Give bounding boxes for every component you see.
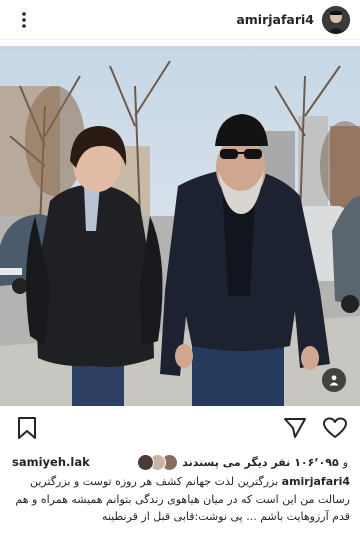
send-icon (284, 418, 306, 438)
likes-summary: samiyeh.lak و ۱۰۶٬۰۹۵ نفر دیگر می پسندند (0, 452, 360, 472)
tagged-people-button[interactable] (322, 368, 346, 392)
likes-count: ۱۰۶٬۰۹۵ (294, 455, 339, 469)
more-vertical-icon (22, 11, 26, 28)
more-options-button[interactable] (12, 8, 36, 32)
share-button[interactable] (282, 415, 308, 441)
heart-icon (323, 417, 347, 438)
post-actions (0, 408, 360, 448)
likes-count-text[interactable]: و ۱۰۶٬۰۹۵ نفر دیگر می پسندند (137, 453, 348, 471)
author-avatar[interactable] (322, 5, 350, 34)
person-tag-icon (329, 375, 339, 386)
caption-username[interactable]: amirjafari4 (282, 475, 350, 488)
likes-suffix: نفر دیگر می پسندند (182, 455, 291, 469)
likers-avatars (137, 453, 179, 471)
post-photo[interactable] (0, 46, 360, 406)
author-username[interactable]: amirjafari4 (236, 12, 314, 27)
likes-prefix: و (342, 455, 348, 469)
post-author[interactable]: amirjafari4 (236, 5, 350, 34)
save-button[interactable] (14, 415, 40, 441)
post-caption: amirjafari4 بزرگترین لذت جهانم کشف هر رو… (10, 473, 350, 526)
bookmark-icon (18, 417, 36, 439)
like-button[interactable] (322, 415, 348, 441)
liker-avatar (137, 453, 155, 471)
liker-username[interactable]: samiyeh.lak (12, 455, 90, 469)
post-header: amirjafari4 (0, 0, 360, 40)
